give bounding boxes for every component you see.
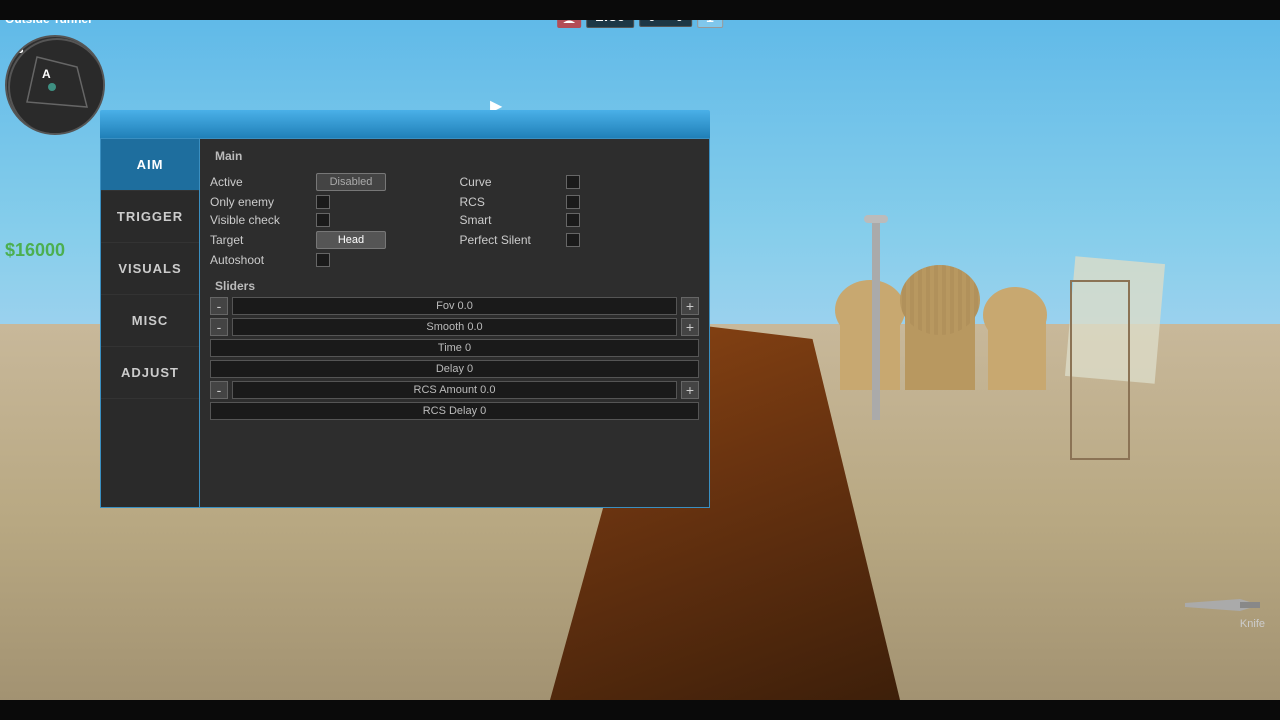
delay-value: Delay 0: [436, 363, 473, 375]
rcs-delay-value: RCS Delay 0: [423, 405, 487, 417]
main-settings-grid: Active Disabled Curve Only enemy RCS Vis…: [210, 173, 699, 267]
money-display: $16000: [5, 240, 65, 261]
smart-checkbox[interactable]: [566, 213, 580, 227]
time-track[interactable]: Time 0: [210, 339, 699, 357]
menu-header: [100, 110, 710, 138]
fov-slider-row: - Fov 0.0 +: [210, 297, 699, 315]
target-row: Target Head: [210, 231, 450, 249]
curve-checkbox[interactable]: [566, 175, 580, 189]
menu-sidebar: AIM TRIGGER VISUALS MISC ADJUST: [100, 138, 200, 508]
knife-label: Knife: [1185, 618, 1265, 630]
rcs-amount-slider-row: - RCS Amount 0.0 +: [210, 381, 699, 399]
active-label: Active: [210, 175, 310, 189]
sidebar-tab-misc[interactable]: MISC: [101, 295, 199, 347]
perfect-silent-checkbox[interactable]: [566, 233, 580, 247]
fov-value: Fov 0.0: [436, 300, 473, 312]
smart-label: Smart: [460, 213, 560, 227]
time-value: Time 0: [438, 342, 471, 354]
main-section-label: Main: [210, 149, 699, 163]
smart-row: Smart: [460, 213, 700, 227]
target-label: Target: [210, 233, 310, 247]
autoshoot-label: Autoshoot: [210, 253, 310, 267]
menu-content: Main Active Disabled Curve Only enemy RC…: [200, 138, 710, 508]
only-enemy-label: Only enemy: [210, 195, 310, 209]
active-row: Active Disabled: [210, 173, 450, 191]
cheat-menu: AIM TRIGGER VISUALS MISC ADJUST Main Act…: [100, 138, 710, 508]
minimap: B A: [5, 35, 105, 135]
rcs-amount-minus-btn[interactable]: -: [210, 381, 228, 399]
rcs-checkbox[interactable]: [566, 195, 580, 209]
minimap-b-label: B: [15, 42, 24, 56]
visible-check-checkbox[interactable]: [316, 213, 330, 227]
curve-label: Curve: [460, 175, 560, 189]
rcs-amount-plus-btn[interactable]: +: [681, 381, 699, 399]
rcs-amount-value: RCS Amount 0.0: [414, 384, 496, 396]
rcs-delay-track[interactable]: RCS Delay 0: [210, 402, 699, 420]
delay-track[interactable]: Delay 0: [210, 360, 699, 378]
sliders-section: Sliders - Fov 0.0 + - Smooth 0.0 + Time …: [210, 279, 699, 423]
sliders-section-label: Sliders: [210, 279, 699, 293]
sidebar-tab-adjust[interactable]: ADJUST: [101, 347, 199, 399]
rcs-amount-slider-track[interactable]: RCS Amount 0.0: [232, 381, 677, 399]
sidebar-tab-aim[interactable]: AIM: [101, 139, 199, 191]
smooth-value: Smooth 0.0: [426, 321, 482, 333]
fov-minus-btn[interactable]: -: [210, 297, 228, 315]
autoshoot-row: Autoshoot: [210, 253, 450, 267]
smooth-slider-row: - Smooth 0.0 +: [210, 318, 699, 336]
minimap-a-label: A: [42, 67, 51, 81]
only-enemy-checkbox[interactable]: [316, 195, 330, 209]
target-toggle[interactable]: Head: [316, 231, 386, 249]
curve-row: Curve: [460, 173, 700, 191]
perfect-silent-label: Perfect Silent: [460, 233, 560, 247]
rcs-label: RCS: [460, 195, 560, 209]
sidebar-tab-trigger[interactable]: TRIGGER: [101, 191, 199, 243]
visible-check-label: Visible check: [210, 213, 310, 227]
active-toggle[interactable]: Disabled: [316, 173, 386, 191]
smooth-plus-btn[interactable]: +: [681, 318, 699, 336]
rcs-row: RCS: [460, 195, 700, 209]
autoshoot-checkbox[interactable]: [316, 253, 330, 267]
visible-check-row: Visible check: [210, 213, 450, 227]
sidebar-tab-visuals[interactable]: VISUALS: [101, 243, 199, 295]
fov-plus-btn[interactable]: +: [681, 297, 699, 315]
fov-slider-track[interactable]: Fov 0.0: [232, 297, 677, 315]
smooth-slider-track[interactable]: Smooth 0.0: [232, 318, 677, 336]
perfect-silent-row: Perfect Silent: [460, 231, 700, 249]
only-enemy-row: Only enemy: [210, 195, 450, 209]
smooth-minus-btn[interactable]: -: [210, 318, 228, 336]
